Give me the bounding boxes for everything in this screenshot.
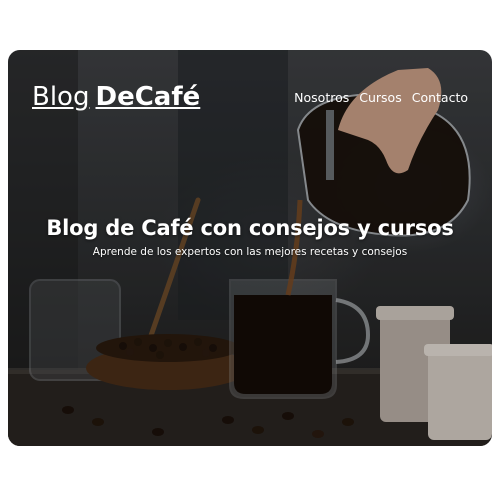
- hero-text-block: Blog de Café con consejos y cursos Apren…: [8, 216, 492, 258]
- logo-text-blog: Blog: [32, 82, 90, 112]
- logo-text-decafe: DeCafé: [95, 82, 201, 112]
- hero-subtitle: Aprende de los expertos con las mejores …: [92, 246, 408, 258]
- site-logo[interactable]: Blog DeCafé: [32, 80, 200, 114]
- nav-link-cursos[interactable]: Cursos: [359, 90, 401, 105]
- nav-link-contacto[interactable]: Contacto: [412, 90, 468, 105]
- nav-link-nosotros[interactable]: Nosotros: [294, 90, 349, 105]
- main-nav: Nosotros Cursos Contacto: [294, 90, 468, 105]
- hero-title: Blog de Café con consejos y cursos: [46, 216, 454, 240]
- hero-section: Blog DeCafé Nosotros Cursos Contacto Blog…: [8, 50, 492, 446]
